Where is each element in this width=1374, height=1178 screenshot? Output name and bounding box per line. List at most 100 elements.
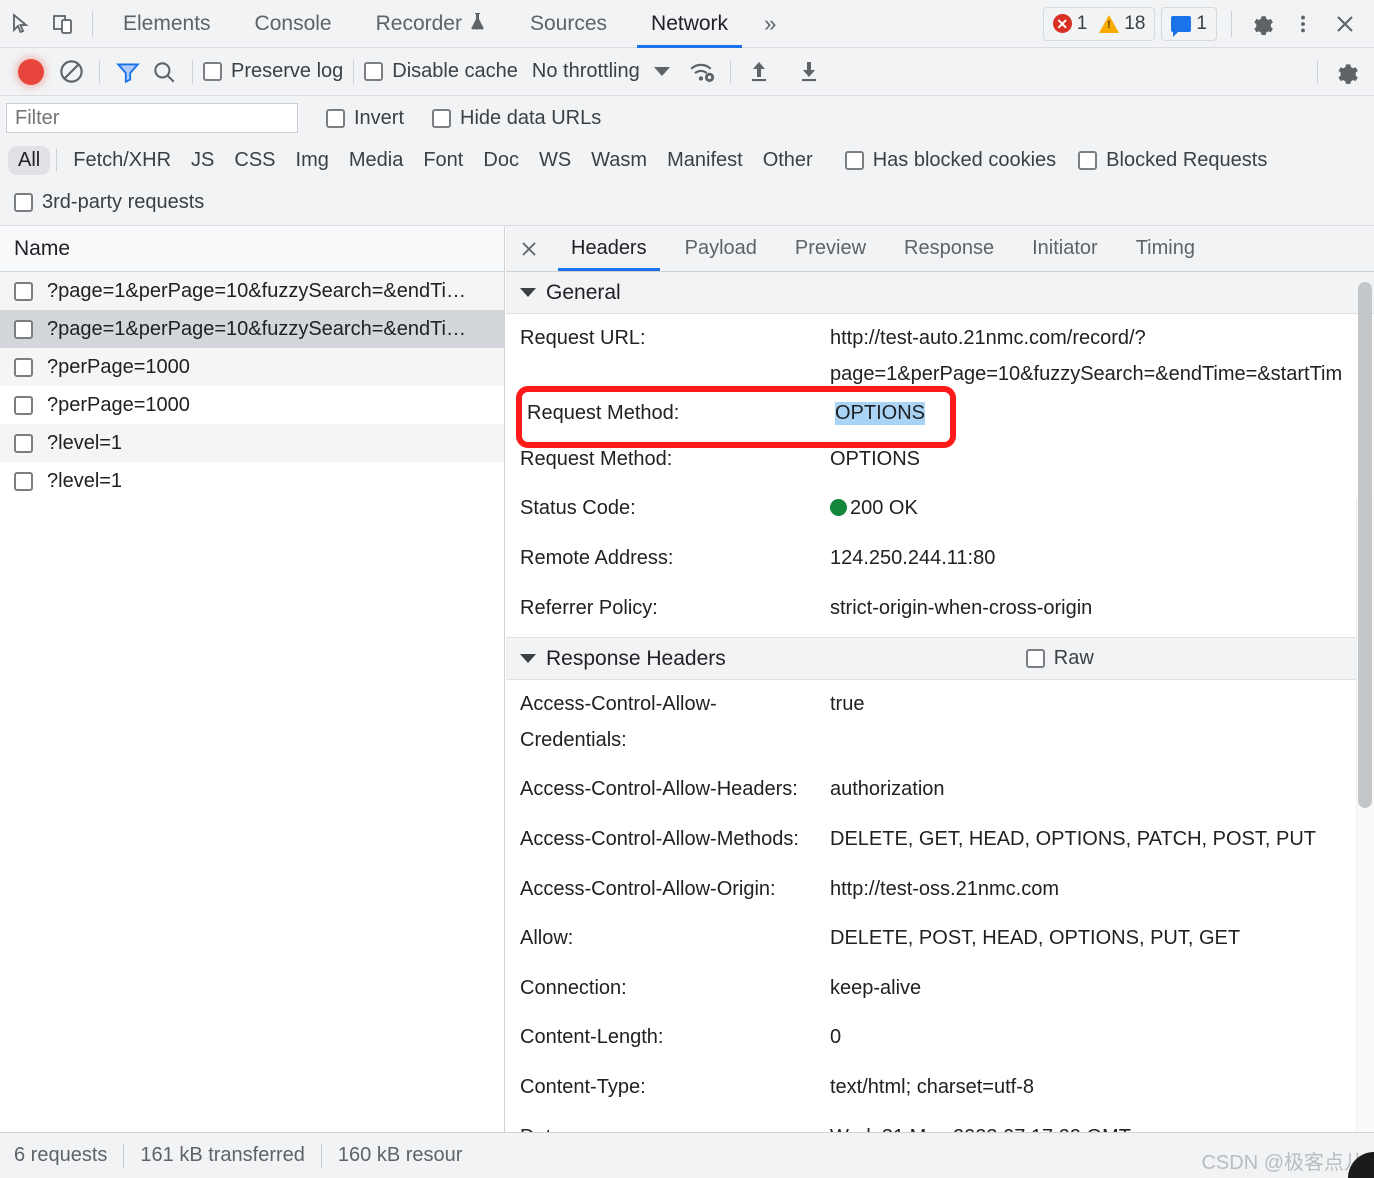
message-counter[interactable]: 1	[1161, 6, 1217, 41]
row-checkbox[interactable]	[14, 471, 33, 491]
device-toggle-icon[interactable]	[42, 0, 84, 48]
hide-data-urls-box[interactable]	[432, 108, 452, 128]
more-tabs-chevron-icon[interactable]: »	[750, 0, 790, 48]
general-section-header[interactable]: General	[506, 272, 1374, 314]
row-checkbox[interactable]	[14, 357, 33, 377]
type-filter-css[interactable]: CSS	[224, 146, 285, 175]
tab-console[interactable]: Console	[233, 0, 354, 48]
type-filter-manifest[interactable]: Manifest	[657, 146, 753, 175]
header-value[interactable]: DELETE, POST, HEAD, OPTIONS, PUT, GET	[830, 921, 1374, 957]
detail-scrollbar-thumb[interactable]	[1358, 282, 1372, 808]
hide-data-urls-checkbox[interactable]: Hide data URLs	[432, 107, 601, 130]
tab-payload[interactable]: Payload	[666, 226, 776, 271]
raw-checkbox[interactable]: Raw	[1025, 647, 1094, 670]
error-counter[interactable]: ✕ 1	[1052, 13, 1087, 35]
kebab-menu-icon[interactable]	[1282, 0, 1324, 48]
table-row[interactable]: ?level=1	[0, 424, 504, 462]
preserve-log-box[interactable]	[203, 62, 222, 81]
record-button-icon[interactable]	[18, 58, 44, 85]
tab-initiator[interactable]: Initiator	[1013, 226, 1117, 271]
row-checkbox[interactable]	[14, 319, 33, 339]
header-value[interactable]: DELETE, GET, HEAD, OPTIONS, PATCH, POST,…	[830, 822, 1374, 858]
header-value[interactable]: 0	[830, 1020, 1374, 1056]
type-filter-wasm[interactable]: Wasm	[581, 146, 657, 175]
header-value[interactable]: OPTIONS	[830, 442, 1374, 478]
header-value[interactable]: authorization	[830, 772, 1374, 808]
type-filter-media[interactable]: Media	[339, 146, 413, 175]
disable-cache-box[interactable]	[364, 62, 384, 81]
import-har-icon[interactable]	[741, 54, 777, 90]
header-value[interactable]: Wed, 31 May 2023 07:17:22 GMT	[830, 1120, 1374, 1133]
tab-headers[interactable]: Headers	[552, 226, 666, 271]
type-filter-fetch-xhr[interactable]: Fetch/XHR	[63, 146, 181, 175]
header-value[interactable]: keep-alive	[830, 971, 1374, 1007]
invert-box[interactable]	[326, 108, 345, 128]
filter-input[interactable]	[6, 103, 298, 133]
tab-preview[interactable]: Preview	[776, 226, 885, 271]
clear-network-log-icon[interactable]	[53, 54, 89, 90]
header-value[interactable]: 200 OK	[830, 491, 1374, 527]
response-headers-section-header[interactable]: Response Headers Raw	[506, 638, 1374, 681]
type-filter-img[interactable]: Img	[286, 146, 339, 175]
header-value[interactable]: http://test-oss.21nmc.com	[830, 872, 1374, 908]
table-row[interactable]: ?level=1	[0, 462, 504, 500]
disable-cache-checkbox[interactable]: Disable cache	[364, 60, 518, 83]
issue-counters[interactable]: ✕ 1 18	[1042, 6, 1156, 41]
third-party-requests-box[interactable]	[14, 193, 33, 212]
network-conditions-icon[interactable]	[684, 54, 720, 90]
preserve-log-checkbox[interactable]: Preserve log	[203, 60, 343, 83]
type-filter-font[interactable]: Font	[413, 146, 473, 175]
header-value[interactable]: strict-origin-when-cross-origin	[830, 591, 1374, 627]
header-row: Access-Control-Allow-Origin: http://test…	[506, 865, 1374, 915]
blocked-requests-box[interactable]	[1078, 150, 1098, 170]
header-value[interactable]: true	[830, 687, 1374, 758]
tab-elements[interactable]: Elements	[101, 0, 233, 48]
invert-checkbox[interactable]: Invert	[326, 107, 404, 130]
inspect-cursor-icon[interactable]	[0, 0, 42, 48]
gear-icon[interactable]	[1240, 0, 1282, 48]
table-row[interactable]: ?page=1&perPage=10&fuzzySearch=&endTi…	[0, 272, 504, 310]
table-row[interactable]: ?page=1&perPage=10&fuzzySearch=&endTi…	[0, 310, 504, 348]
search-icon[interactable]	[146, 54, 182, 90]
chevron-down-icon[interactable]	[520, 654, 536, 664]
row-checkbox[interactable]	[14, 281, 33, 301]
request-detail-panel: Headers Payload Preview Response Initiat…	[506, 226, 1374, 1132]
header-value[interactable]: http://test-auto.21nmc.com/record/?page=…	[830, 321, 1374, 428]
type-filter-all[interactable]: All	[8, 145, 51, 175]
tab-timing[interactable]: Timing	[1117, 226, 1214, 271]
tab-recorder[interactable]: Recorder	[354, 0, 508, 48]
type-filter-doc[interactable]: Doc	[473, 146, 529, 175]
close-icon[interactable]	[1324, 0, 1366, 48]
tab-response[interactable]: Response	[885, 226, 1013, 271]
tab-network[interactable]: Network	[629, 0, 750, 48]
status-ok-dot-icon	[830, 499, 847, 517]
request-list-column-header[interactable]: Name	[0, 226, 504, 272]
raw-box[interactable]	[1025, 649, 1045, 669]
type-filter-other[interactable]: Other	[753, 146, 823, 175]
header-value[interactable]: 124.250.244.11:80	[830, 541, 1374, 577]
type-filter-js[interactable]: JS	[181, 146, 224, 175]
disable-cache-label: Disable cache	[392, 60, 518, 82]
tab-sources[interactable]: Sources	[508, 0, 629, 48]
throttling-dropdown[interactable]: No throttling	[532, 60, 670, 83]
blocked-requests-checkbox[interactable]: Blocked Requests	[1078, 149, 1267, 172]
warning-counter[interactable]: 18	[1099, 13, 1145, 35]
has-blocked-cookies-checkbox[interactable]: Has blocked cookies	[844, 149, 1056, 172]
row-checkbox[interactable]	[14, 395, 33, 415]
third-party-requests-checkbox[interactable]: 3rd-party requests	[14, 191, 204, 214]
export-har-icon[interactable]	[791, 54, 827, 90]
filter-funnel-icon[interactable]	[110, 54, 146, 90]
preserve-log-label: Preserve log	[231, 60, 344, 82]
request-name: ?perPage=1000	[47, 393, 190, 416]
chevron-down-icon[interactable]	[520, 288, 536, 297]
network-settings-gear-icon[interactable]	[1328, 54, 1364, 90]
row-checkbox[interactable]	[14, 433, 33, 453]
request-name: ?perPage=1000	[47, 355, 190, 378]
close-icon[interactable]	[506, 226, 552, 271]
header-value[interactable]: text/html; charset=utf-8	[830, 1070, 1374, 1106]
type-filter-ws[interactable]: WS	[529, 146, 581, 175]
chevron-down-icon[interactable]	[653, 67, 670, 76]
has-blocked-cookies-box[interactable]	[844, 150, 864, 170]
table-row[interactable]: ?perPage=1000	[0, 386, 504, 424]
table-row[interactable]: ?perPage=1000	[0, 348, 504, 386]
